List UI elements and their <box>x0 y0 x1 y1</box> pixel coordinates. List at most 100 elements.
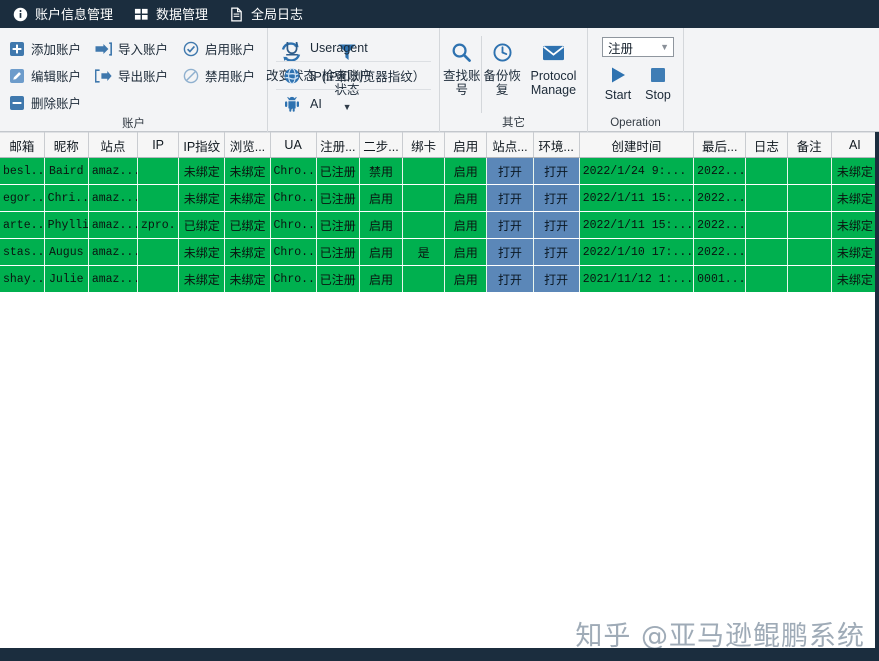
cell-nickname[interactable]: Phyllis <box>44 211 89 239</box>
cell-ip_fp[interactable]: 未绑定 <box>178 238 226 266</box>
cell-bind_card[interactable] <box>402 265 446 293</box>
column-header-ip[interactable]: IP <box>137 132 180 158</box>
cell-nickname[interactable]: Chri... <box>44 184 89 212</box>
stop-button[interactable]: Stop <box>638 60 678 103</box>
cell-remark[interactable] <box>787 211 832 239</box>
table-row[interactable]: besl...Bairdamaz...未绑定未绑定Chro...已注册禁用启用打… <box>0 157 879 185</box>
cell-remark[interactable] <box>787 184 832 212</box>
column-header-email[interactable]: 邮箱 <box>0 132 45 158</box>
cell-ua[interactable]: Chro... <box>270 238 317 266</box>
cell-ai[interactable]: 未绑定 <box>831 184 879 212</box>
column-header-register[interactable]: 注册... <box>316 132 360 158</box>
column-header-ua[interactable]: UA <box>270 132 317 158</box>
cell-enabled[interactable]: 启用 <box>444 157 488 185</box>
cell-two_step[interactable]: 启用 <box>359 265 404 293</box>
cell-remark[interactable] <box>787 157 832 185</box>
cell-email[interactable]: shay... <box>0 265 45 293</box>
cell-log[interactable] <box>745 157 788 185</box>
cell-register[interactable]: 已注册 <box>316 211 360 239</box>
column-header-ai[interactable]: AI <box>831 132 879 158</box>
cell-site[interactable]: amaz... <box>88 211 139 239</box>
backup-restore-button[interactable]: 备份恢复 <box>482 32 521 115</box>
cell-register[interactable]: 已注册 <box>316 157 360 185</box>
cell-create_time[interactable]: 2022/1/11 15:... <box>579 184 695 212</box>
cell-enabled[interactable]: 启用 <box>444 211 488 239</box>
column-header-nickname[interactable]: 昵称 <box>44 132 89 158</box>
cell-ip[interactable] <box>137 157 180 185</box>
cell-site_open[interactable]: 打开 <box>486 265 534 293</box>
cell-ip[interactable]: zpro... <box>137 211 180 239</box>
cell-env_open[interactable]: 打开 <box>533 211 580 239</box>
cell-browser[interactable]: 未绑定 <box>224 157 271 185</box>
cell-ai[interactable]: 未绑定 <box>831 265 879 293</box>
add-account-button[interactable]: 添加账户 <box>2 35 89 62</box>
cell-ai[interactable]: 未绑定 <box>831 211 879 239</box>
cell-ip[interactable] <box>137 238 180 266</box>
cell-env_open[interactable]: 打开 <box>533 184 580 212</box>
operation-mode-select[interactable]: 注册 ▼ <box>602 37 674 57</box>
ai-button[interactable]: AI <box>276 90 431 118</box>
cell-enabled[interactable]: 启用 <box>444 238 488 266</box>
edit-account-button[interactable]: 编辑账户 <box>2 62 89 89</box>
cell-last_time[interactable]: 2022... <box>693 157 747 185</box>
cell-two_step[interactable]: 禁用 <box>359 157 404 185</box>
menu-item-global-log[interactable]: 全局日志 <box>224 0 319 28</box>
column-header-remark[interactable]: 备注 <box>787 132 832 158</box>
table-row[interactable]: arte...Phyllisamaz...zpro...已绑定已绑定Chro..… <box>0 211 879 239</box>
import-account-button[interactable]: 导入账户 <box>89 35 176 62</box>
cell-ua[interactable]: Chro... <box>270 265 317 293</box>
cell-ip_fp[interactable]: 未绑定 <box>178 184 226 212</box>
protocol-manage-button[interactable]: Protocol Manage <box>522 32 585 115</box>
cell-register[interactable]: 已注册 <box>316 238 360 266</box>
useragent-button[interactable]: Useragent <box>276 34 432 62</box>
start-button[interactable]: Start <box>598 60 638 103</box>
cell-last_time[interactable]: 2022... <box>693 238 747 266</box>
cell-site_open[interactable]: 打开 <box>486 184 534 212</box>
cell-browser[interactable]: 已绑定 <box>224 211 271 239</box>
column-header-site_open[interactable]: 站点... <box>486 132 534 158</box>
cell-ip_fp[interactable]: 已绑定 <box>178 211 226 239</box>
cell-env_open[interactable]: 打开 <box>533 238 580 266</box>
cell-enabled[interactable]: 启用 <box>444 184 488 212</box>
column-header-two_step[interactable]: 二步... <box>359 132 404 158</box>
cell-browser[interactable]: 未绑定 <box>224 238 271 266</box>
cell-nickname[interactable]: Augus <box>44 238 89 266</box>
delete-account-button[interactable]: 删除账户 <box>2 89 89 116</box>
table-row[interactable]: stas...Augusamaz...未绑定未绑定Chro...已注册启用是启用… <box>0 238 879 266</box>
cell-site[interactable]: amaz... <box>88 238 139 266</box>
cell-env_open[interactable]: 打开 <box>533 157 580 185</box>
cell-site[interactable]: amaz... <box>88 265 139 293</box>
cell-ip_fp[interactable]: 未绑定 <box>178 265 226 293</box>
cell-site[interactable]: amaz... <box>88 157 139 185</box>
cell-bind_card[interactable]: 是 <box>402 238 446 266</box>
column-header-env_open[interactable]: 环境... <box>533 132 580 158</box>
column-header-enabled[interactable]: 启用 <box>444 132 488 158</box>
cell-env_open[interactable]: 打开 <box>533 265 580 293</box>
cell-register[interactable]: 已注册 <box>316 184 360 212</box>
menu-item-account-info[interactable]: 账户信息管理 <box>8 0 129 28</box>
cell-ua[interactable]: Chro... <box>270 157 317 185</box>
cell-last_time[interactable]: 2022... <box>693 184 747 212</box>
cell-ip[interactable] <box>137 184 180 212</box>
cell-create_time[interactable]: 2022/1/10 17:... <box>579 238 695 266</box>
cell-email[interactable]: stas... <box>0 238 45 266</box>
cell-email[interactable]: egor... <box>0 184 45 212</box>
cell-ua[interactable]: Chro... <box>270 184 317 212</box>
cell-email[interactable]: besl... <box>0 157 45 185</box>
column-header-log[interactable]: 日志 <box>745 132 788 158</box>
column-header-last_time[interactable]: 最后... <box>693 132 747 158</box>
cell-site_open[interactable]: 打开 <box>486 211 534 239</box>
column-header-bind_card[interactable]: 绑卡 <box>402 132 446 158</box>
column-header-site[interactable]: 站点 <box>88 132 139 158</box>
column-header-browser[interactable]: 浏览... <box>224 132 271 158</box>
cell-browser[interactable]: 未绑定 <box>224 184 271 212</box>
cell-log[interactable] <box>745 211 788 239</box>
column-header-create_time[interactable]: 创建时间 <box>579 132 695 158</box>
column-header-ip_fp[interactable]: IP指纹 <box>178 132 226 158</box>
find-account-button[interactable]: 查找账号 <box>442 32 481 115</box>
cell-bind_card[interactable] <box>402 184 446 212</box>
ip-fingerprint-button[interactable]: IP(IP和浏览器指纹） <box>276 62 432 90</box>
cell-site_open[interactable]: 打开 <box>486 157 534 185</box>
export-account-button[interactable]: 导出账户 <box>89 62 176 89</box>
cell-log[interactable] <box>745 184 788 212</box>
